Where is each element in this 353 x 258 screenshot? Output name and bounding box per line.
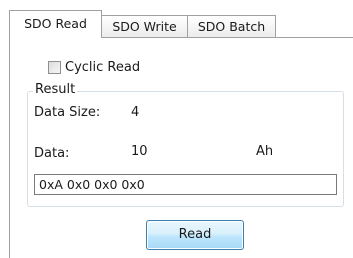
data-unit: Ah <box>256 144 274 159</box>
tab-sdo-write[interactable]: SDO Write <box>101 15 188 37</box>
data-label: Data: <box>34 146 70 161</box>
read-button[interactable]: Read <box>146 220 244 250</box>
cyclic-read-option[interactable]: Cyclic Read <box>48 57 140 77</box>
cyclic-read-label: Cyclic Read <box>65 59 141 75</box>
data-value: 10 <box>131 144 148 159</box>
data-size-label: Data Size: <box>34 105 101 120</box>
tab-sdo-read[interactable]: SDO Read <box>9 10 102 38</box>
result-group-title: Result <box>33 82 78 97</box>
tab-sdo-batch[interactable]: SDO Batch <box>187 15 276 37</box>
tab-strip: SDO Read SDO Write SDO Batch <box>0 0 353 38</box>
raw-data-field[interactable] <box>34 174 337 195</box>
sdo-panel: SDO Read SDO Write SDO Batch Cyclic Read… <box>0 0 353 258</box>
tab-strip-divider <box>275 37 353 38</box>
cyclic-read-checkbox[interactable] <box>48 60 61 74</box>
data-size-value: 4 <box>131 105 140 120</box>
